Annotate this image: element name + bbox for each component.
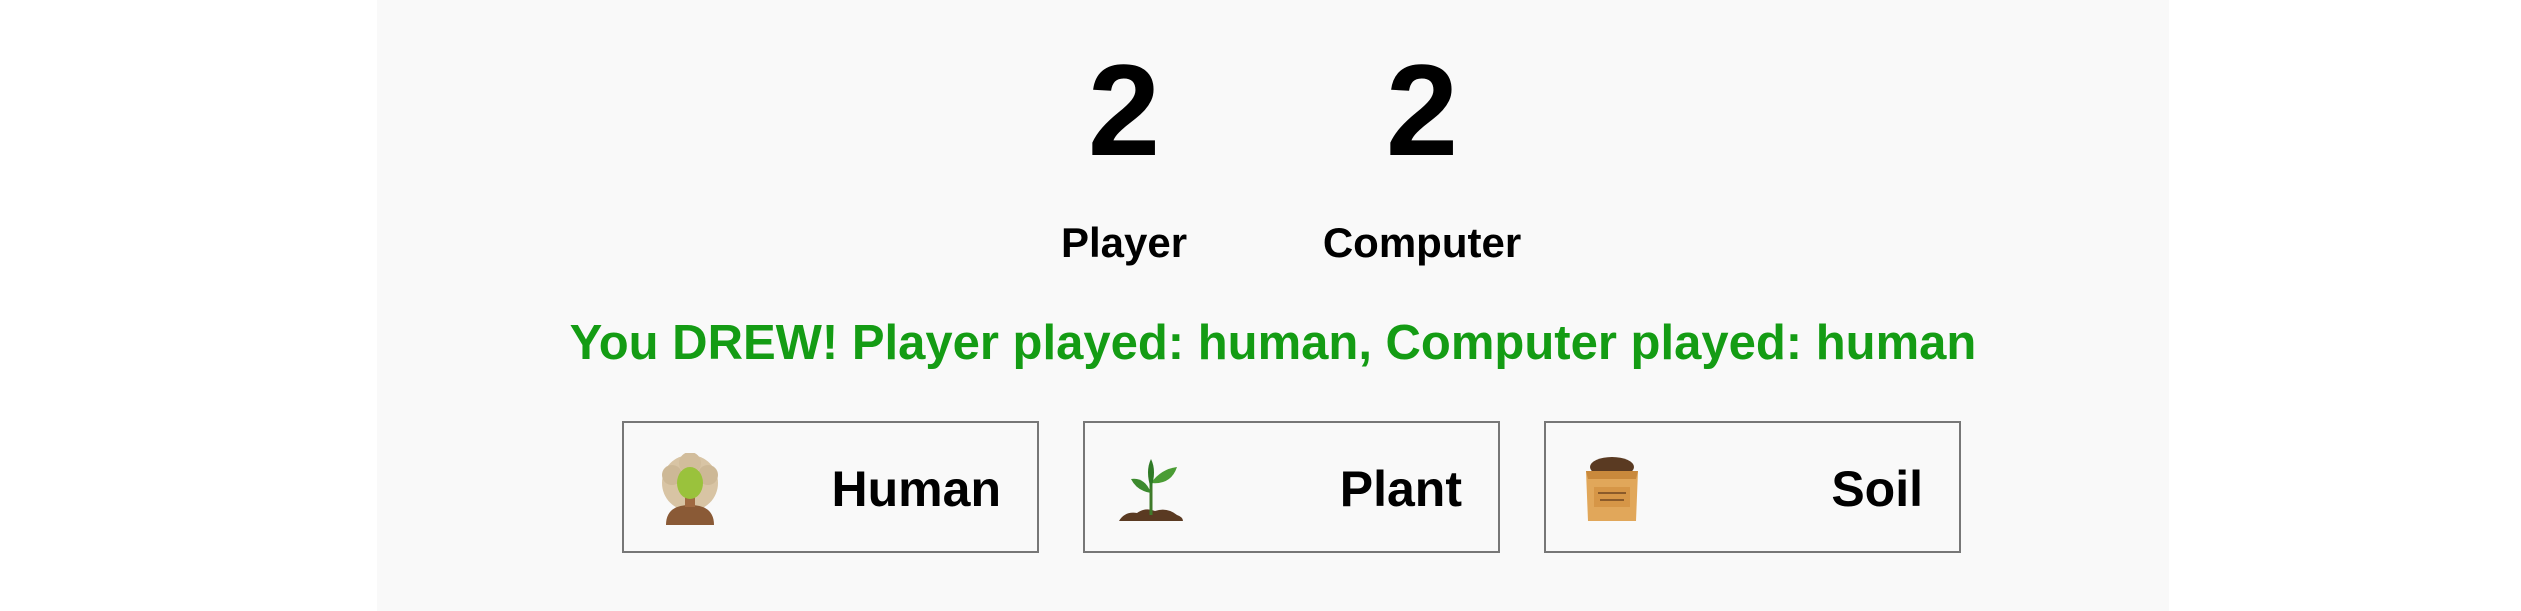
plant-button[interactable]: Plant xyxy=(1083,421,1500,553)
sprout-icon xyxy=(1119,459,1183,521)
computer-label: Computer xyxy=(1322,219,1522,266)
human-label: Human xyxy=(831,461,1001,517)
human-icon xyxy=(662,453,718,525)
player-score: 2 xyxy=(1087,37,1161,183)
soil-bag-icon xyxy=(1586,457,1638,521)
result-message: You DREW! Player played: human, Computer… xyxy=(569,316,1977,370)
soil-label: Soil xyxy=(1831,461,1923,517)
plant-label: Plant xyxy=(1339,461,1462,517)
human-button[interactable]: Human xyxy=(622,421,1039,553)
soil-button[interactable]: Soil xyxy=(1544,421,1961,553)
computer-score: 2 xyxy=(1385,37,1459,183)
game-panel: 2 2 Player Computer You DREW! Player pla… xyxy=(377,0,2169,611)
player-label: Player xyxy=(1060,219,1188,266)
